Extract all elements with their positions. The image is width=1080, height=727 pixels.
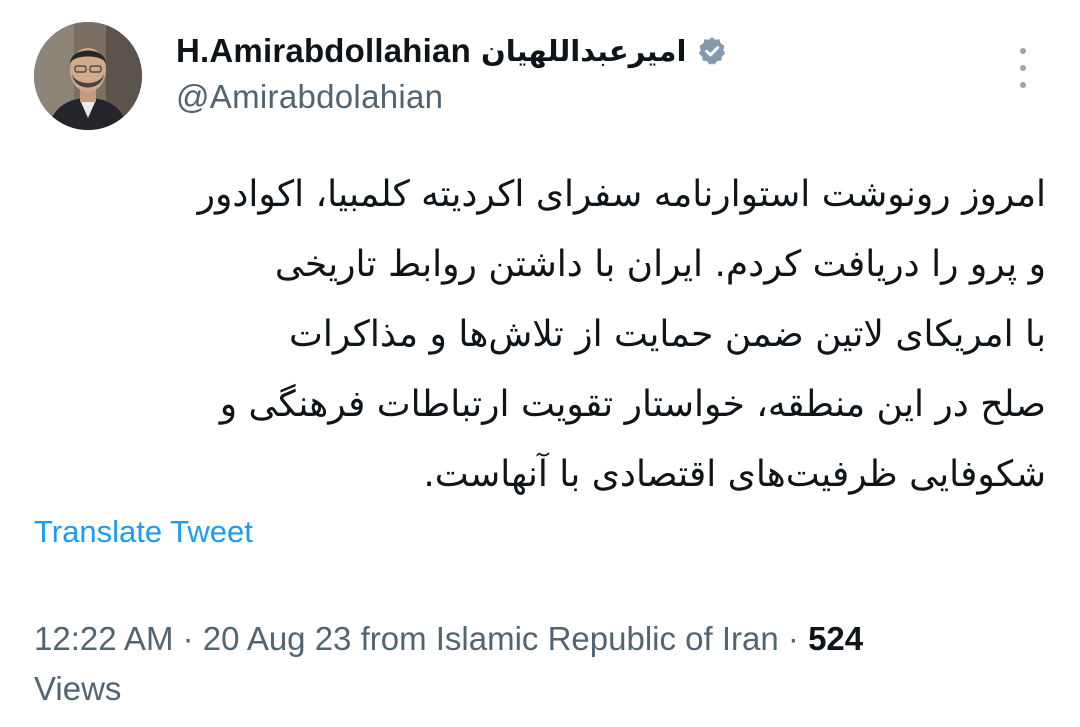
translate-tweet-link[interactable]: Translate Tweet xyxy=(34,514,253,550)
avatar[interactable] xyxy=(34,22,142,130)
meta-separator: · xyxy=(173,620,203,657)
name-row: H.Amirabdollahian امیرعبداللهیان xyxy=(176,30,728,72)
display-name[interactable]: H.Amirabdollahian xyxy=(176,32,471,70)
tweet-text: امروز رونوشت استوارنامه سفرای اکردیته کل… xyxy=(197,174,1046,495)
more-dot xyxy=(1020,82,1026,88)
views-count: 524 xyxy=(808,620,864,657)
persian-name[interactable]: امیرعبداللهیان xyxy=(481,34,686,68)
meta-separator: · xyxy=(778,620,809,657)
tweet-meta: 12:22 AM · 20 Aug 23 from Islamic Republ… xyxy=(34,614,1044,714)
more-dot xyxy=(1020,48,1026,54)
tweet-time[interactable]: 12:22 AM xyxy=(34,620,173,657)
tweet-date[interactable]: 20 Aug 23 xyxy=(203,620,352,657)
more-vertical-icon[interactable] xyxy=(1010,48,1036,88)
tweet-source: from Islamic Republic of Iran xyxy=(351,620,779,657)
tweet-header: H.Amirabdollahian امیرعبداللهیان @Amirab… xyxy=(176,30,728,116)
more-dot xyxy=(1020,65,1026,71)
user-handle[interactable]: @Amirabdolahian xyxy=(176,78,728,116)
verified-badge-icon xyxy=(696,35,728,67)
profile-photo xyxy=(34,22,142,130)
views-label: Views xyxy=(34,670,122,707)
